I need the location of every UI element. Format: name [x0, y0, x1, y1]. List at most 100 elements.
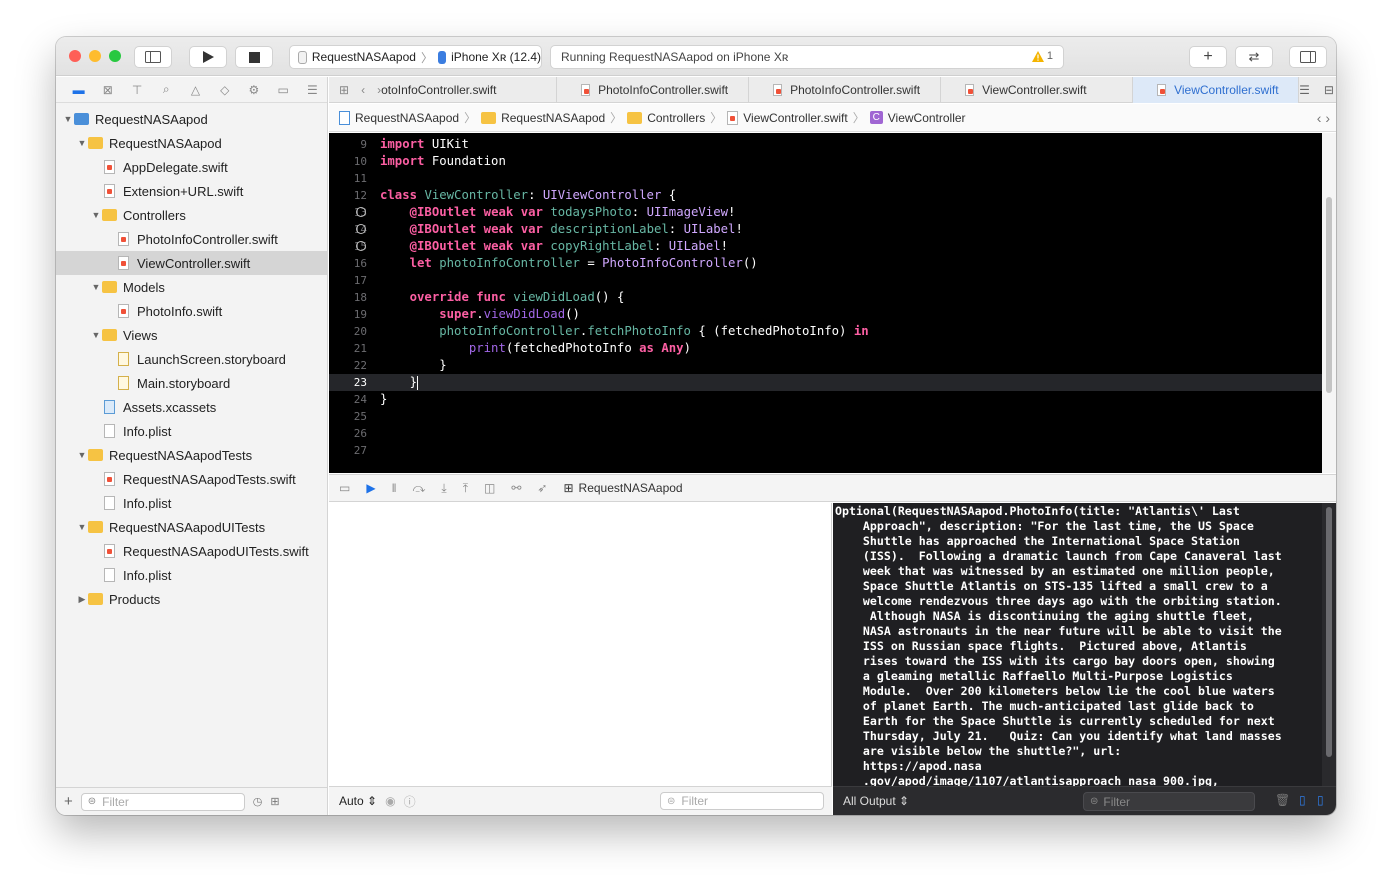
scheme-selector[interactable]: RequestNASAapod 〉 iPhone Xʀ (12.4) [289, 45, 542, 69]
add-file-button[interactable]: + [64, 793, 73, 810]
change-arrows-icon[interactable]: ‹ › [1317, 110, 1330, 126]
search-icon[interactable]: ⌕ [152, 82, 181, 97]
code-line[interactable]: 24} [329, 391, 1322, 408]
code-line[interactable]: 25 [329, 408, 1322, 425]
back-arrow-icon[interactable]: ‹ [361, 83, 365, 97]
navigator-item[interactable]: Main.storyboard [56, 371, 328, 395]
navigator-item[interactable]: LaunchScreen.storyboard [56, 347, 328, 371]
code-line[interactable]: 12 class ViewController: UIViewController… [329, 187, 1322, 204]
disclosure-triangle-icon[interactable]: ▼ [76, 138, 88, 148]
navigator-filter-field[interactable]: ⊜ Filter [80, 792, 245, 811]
console-filter-field[interactable]: ⊜ Filter [1083, 792, 1255, 811]
variables-filter-field[interactable]: ⊜ Filter [660, 792, 824, 810]
editor-tab[interactable]: ViewController.swift [1133, 76, 1300, 103]
disclosure-triangle-icon[interactable]: ▼ [76, 450, 88, 460]
code-line[interactable]: 20 photoInfoController.fetchPhotoInfo { … [329, 323, 1322, 340]
navigator-item[interactable]: PhotoInfoController.swift [56, 227, 328, 251]
disclosure-triangle-icon[interactable]: ▼ [76, 522, 88, 532]
navigator-item[interactable]: ▼ RequestNASAapod [56, 131, 328, 155]
disclosure-triangle-icon[interactable]: ▼ [90, 210, 102, 220]
location-icon[interactable]: ➶ [537, 481, 547, 495]
navigator-item[interactable]: ▼ Models [56, 275, 328, 299]
minimize-window-button[interactable] [89, 50, 101, 62]
editor-options-icon[interactable]: ☰ [1299, 83, 1310, 97]
code-line[interactable]: 22 } [329, 357, 1322, 374]
toggle-navigator-button[interactable] [134, 46, 172, 68]
trash-icon[interactable]: 🗑 [1275, 793, 1290, 807]
hide-debug-area-icon[interactable]: ▭ [339, 481, 350, 495]
jump-bar-segment[interactable]: RequestNASAapod [501, 111, 605, 125]
console-scrollbar[interactable] [1322, 503, 1336, 786]
code-line[interactable]: 16 let photoInfoController = PhotoInfoCo… [329, 255, 1322, 272]
stop-button[interactable] [235, 46, 273, 68]
editor-tab[interactable]: ViewController.swift [941, 76, 1134, 103]
run-button[interactable] [189, 46, 227, 68]
navigator-item[interactable]: RequestNASAapodTests.swift [56, 467, 328, 491]
editor-tab[interactable]: PhotoInfoController.swift [557, 76, 750, 103]
code-line[interactable]: 21 print(fetchedPhotoInfo as Any) [329, 340, 1322, 357]
navigator-item[interactable]: ▼ Views [56, 323, 328, 347]
code-line[interactable]: 27 [329, 442, 1322, 459]
step-over-icon[interactable]: ⤼ [413, 481, 426, 496]
show-variables-icon[interactable]: ▯ [1299, 793, 1306, 807]
disclosure-triangle-icon[interactable]: ▶ [76, 594, 88, 605]
memory-graph-icon[interactable]: ⚯ [511, 481, 521, 495]
zoom-window-button[interactable] [109, 50, 121, 62]
issue-icon[interactable]: △ [181, 83, 210, 97]
navigator-item[interactable]: RequestNASAapodUITests.swift [56, 539, 328, 563]
variables-view[interactable] [329, 503, 832, 786]
device-name[interactable]: iPhone Xʀ (12.4) [451, 50, 541, 64]
info-icon[interactable]: ⓘ [404, 793, 416, 810]
editor-tab[interactable]: otoInfoController.swift [381, 76, 558, 103]
code-line[interactable]: 15 @IBOutlet weak var copyRightLabel: UI… [329, 238, 1322, 255]
pause-icon[interactable]: ‖ [392, 481, 397, 495]
warning-badge[interactable]: 1 [1031, 50, 1053, 62]
outlet-connection-icon[interactable] [356, 241, 366, 251]
disclosure-triangle-icon[interactable]: ▼ [90, 282, 102, 292]
code-line[interactable]: 26 [329, 425, 1322, 442]
navigator-item[interactable]: Assets.xcassets [56, 395, 328, 419]
library-button[interactable]: + [1189, 46, 1227, 68]
console-scroll-thumb[interactable] [1326, 507, 1332, 757]
jump-bar-segment[interactable]: ViewController.swift [743, 111, 847, 125]
step-out-icon[interactable]: ⤒ [463, 481, 468, 496]
outlet-connection-icon[interactable] [356, 224, 366, 234]
eye-icon[interactable]: ◉ [385, 794, 395, 808]
debug-process[interactable]: ⊞ RequestNASAapod [563, 481, 682, 495]
jump-bar-segment[interactable]: Controllers [647, 111, 705, 125]
navigator-item[interactable]: Info.plist [56, 419, 328, 443]
navigator-item[interactable]: ViewController.swift [56, 251, 328, 275]
recent-files-icon[interactable]: ◷ [253, 795, 263, 808]
close-window-button[interactable] [69, 50, 81, 62]
navigator-item[interactable]: ▼ Controllers [56, 203, 328, 227]
navigator-item[interactable]: AppDelegate.swift [56, 155, 328, 179]
code-line[interactable]: 14 @IBOutlet weak var descriptionLabel: … [329, 221, 1322, 238]
editor-scrollbar[interactable] [1322, 133, 1336, 473]
code-line[interactable]: 23 } [329, 374, 1322, 391]
report-icon[interactable]: ☰ [298, 83, 327, 97]
code-line[interactable]: 10 import Foundation [329, 153, 1322, 170]
grid-icon[interactable]: ⊞ [339, 83, 349, 97]
code-line[interactable]: 9 import UIKit [329, 136, 1322, 153]
outlet-connection-icon[interactable] [356, 207, 366, 217]
navigator-item[interactable]: PhotoInfo.swift [56, 299, 328, 323]
debug-icon[interactable]: ⚙ [239, 83, 268, 97]
view-hierarchy-icon[interactable]: ◫ [484, 481, 495, 495]
navigator-item[interactable]: ▶ Products [56, 587, 328, 611]
toggle-inspector-button[interactable] [1289, 46, 1327, 68]
breakpoint-icon[interactable]: ▭ [269, 83, 298, 97]
editor-tab[interactable]: PhotoInfoController.swift [749, 76, 942, 103]
source-editor[interactable]: 9 import UIKit 10 import Foundation 11 12 clas… [329, 133, 1322, 473]
code-review-button[interactable]: ⇄ [1235, 46, 1273, 68]
console-output[interactable]: Optional(RequestNASAapod.PhotoInfo(title… [833, 503, 1322, 786]
scm-filter-icon[interactable]: ⊞ [270, 795, 279, 808]
navigator-item[interactable]: ▼ RequestNASAapod [56, 107, 328, 131]
code-line[interactable]: 19 super.viewDidLoad() [329, 306, 1322, 323]
code-line[interactable]: 11 [329, 170, 1322, 187]
show-console-icon[interactable]: ▯ [1317, 793, 1324, 807]
navigator-item[interactable]: ▼ RequestNASAapodTests [56, 443, 328, 467]
navigator-item[interactable]: Extension+URL.swift [56, 179, 328, 203]
navigator-item[interactable]: ▼ RequestNASAapodUITests [56, 515, 328, 539]
symbol-icon[interactable]: ⊤ [122, 83, 151, 97]
source-control-icon[interactable]: ⊠ [93, 83, 122, 97]
